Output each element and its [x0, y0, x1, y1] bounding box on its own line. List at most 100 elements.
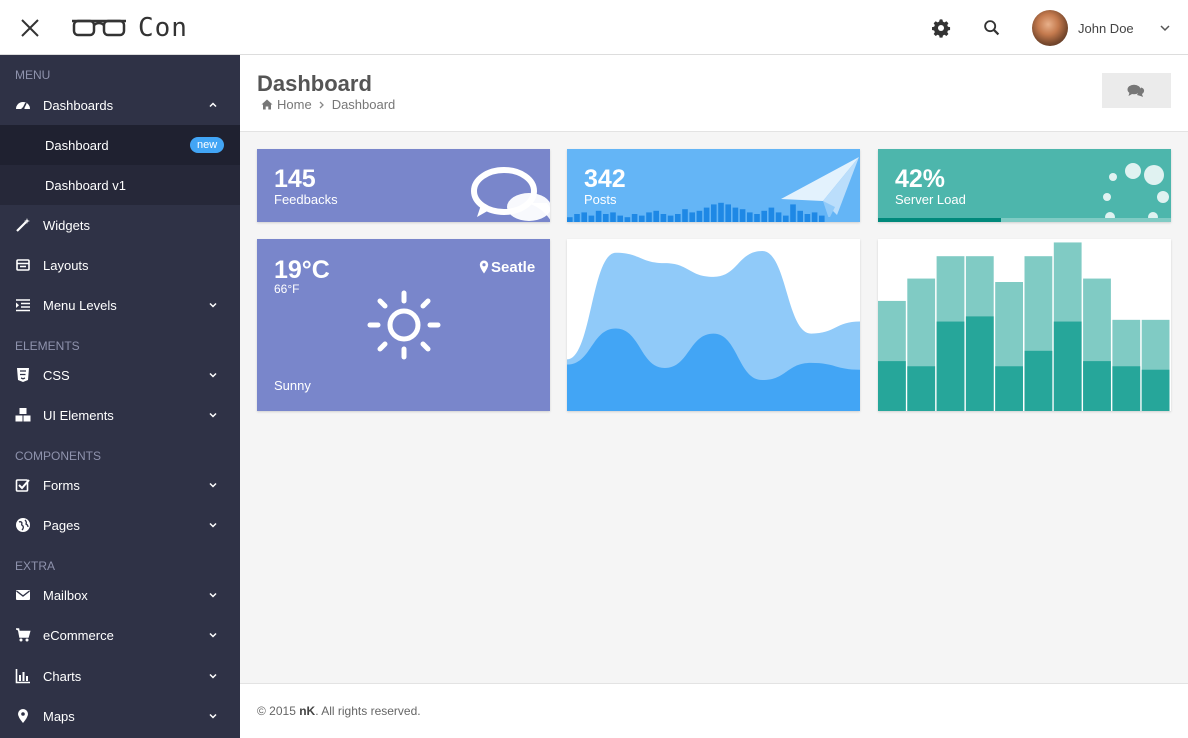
sparkline-bar [639, 215, 645, 222]
sidebar-item-label: eCommerce [43, 627, 114, 643]
feedbacks-label: Feedbacks [274, 192, 338, 207]
sidebar-item-ui-elements[interactable]: UI Elements [0, 395, 240, 435]
sparkline-bar [747, 212, 753, 222]
chevron-down-icon [209, 632, 217, 638]
server-load-progress [878, 218, 1171, 222]
sparkline-bar [689, 212, 695, 222]
temperature-fahrenheit: 66°F [274, 282, 300, 296]
chevron-down-icon [209, 592, 217, 598]
sparkline-bar [739, 209, 746, 222]
cubes-icon [15, 408, 31, 422]
chevron-down-icon [209, 412, 217, 418]
sparkline-bar [660, 214, 667, 222]
magic-wand-icon [16, 218, 30, 232]
footer-year: © 2015 [257, 704, 296, 718]
chevron-up-icon [209, 102, 217, 108]
comments-icon [471, 167, 550, 221]
server-load-label: Server Load [895, 192, 966, 207]
chevron-down-icon [209, 673, 217, 679]
close-icon[interactable] [18, 16, 42, 40]
sparkline-bar [588, 215, 595, 222]
sparkline-bar [696, 210, 703, 222]
sparkline-bar [675, 214, 681, 222]
footer-brand-link[interactable]: nK [299, 704, 315, 718]
map-marker-icon [479, 260, 489, 274]
sidebar-subitem-label: Dashboard [45, 138, 109, 153]
sparkline-bar [646, 212, 652, 222]
gear-icon[interactable] [930, 17, 952, 39]
bar-value [936, 321, 965, 411]
chat-button[interactable] [1102, 73, 1171, 108]
sidebar-subitem-dashboard-v1[interactable]: Dashboard v1 [0, 165, 240, 205]
bar-value [1083, 361, 1111, 411]
area-chart-card [567, 239, 860, 411]
breadcrumb-home-link[interactable]: Home [277, 97, 312, 112]
sidebar-subitem-dashboard[interactable]: Dashboard new [0, 125, 240, 165]
sidebar: MENU Dashboards Dashboard new Dashboard … [0, 55, 240, 738]
sidebar-item-label: Layouts [43, 257, 89, 273]
chevron-down-icon[interactable] [1159, 22, 1171, 34]
home-icon [261, 99, 273, 110]
envelope-icon [16, 590, 30, 600]
sidebar-item-css[interactable]: CSS [0, 355, 240, 395]
section-label-menu: MENU [15, 68, 51, 82]
weather-city: Seatle [491, 259, 536, 276]
glasses-icon [72, 19, 126, 37]
top-navbar: Con John Doe [0, 0, 1188, 55]
server-load-value: 42% [895, 165, 946, 193]
user-menu[interactable]: John Doe [1032, 10, 1134, 46]
sidebar-item-pages[interactable]: Pages [0, 505, 240, 545]
sidebar-item-label: UI Elements [43, 407, 114, 423]
posts-card: 342 Posts [567, 149, 860, 222]
sidebar-item-forms[interactable]: Forms [0, 465, 240, 505]
loading-spinner-icon [1103, 163, 1169, 222]
sparkline-bar [624, 217, 631, 222]
chevron-right-icon [319, 101, 324, 108]
sun-icon [367, 290, 441, 360]
sparkline-bar [768, 207, 775, 222]
sidebar-item-label: Mailbox [43, 587, 88, 603]
search-icon[interactable] [981, 17, 1003, 39]
sparkline-bar [732, 207, 739, 222]
bar-value [1112, 366, 1141, 411]
sparkline-bar [603, 214, 609, 222]
section-label-elements: ELEMENTS [15, 339, 80, 353]
sparkline-bar [617, 215, 623, 222]
logo-text: Con [138, 13, 188, 43]
page-title: Dashboard [257, 71, 372, 96]
sidebar-item-dashboards[interactable]: Dashboards [0, 85, 240, 125]
sidebar-item-label: Charts [43, 668, 82, 684]
sidebar-item-label: Forms [43, 477, 80, 493]
server-load-card: 42% Server Load [878, 149, 1171, 222]
bar-value [965, 316, 994, 411]
indent-list-icon [16, 299, 30, 312]
shopping-cart-icon [16, 628, 31, 642]
bar-value [1053, 321, 1082, 411]
weather-condition: Sunny [274, 378, 311, 393]
sparkline-bar [610, 212, 616, 222]
checkbox-icon [15, 479, 30, 492]
posts-value: 342 [584, 165, 626, 193]
feedbacks-card: 145 Feedbacks [257, 149, 550, 222]
section-label-components: COMPONENTS [15, 449, 102, 463]
sidebar-item-mailbox[interactable]: Mailbox [0, 575, 240, 615]
bar-value [995, 366, 1023, 411]
sidebar-item-menu-levels[interactable]: Menu Levels [0, 285, 240, 325]
footer-copyright: © 2015 nK. All rights reserved. [257, 704, 421, 718]
sparkline-bar [682, 209, 688, 222]
posts-label: Posts [584, 192, 617, 207]
sidebar-item-widgets[interactable]: Widgets [0, 205, 240, 245]
avatar [1032, 10, 1068, 46]
logo[interactable]: Con [70, 12, 188, 44]
temperature-celsius: 19°C [274, 256, 330, 284]
area-chart [567, 251, 860, 411]
sidebar-item-maps[interactable]: Maps [0, 696, 240, 736]
breadcrumb-current: Dashboard [331, 97, 396, 112]
bar-chart [878, 242, 1170, 411]
sparkline-bar [711, 204, 717, 222]
sidebar-item-ecommerce[interactable]: eCommerce [0, 615, 240, 655]
sidebar-item-layouts[interactable]: Layouts [0, 245, 240, 285]
bar-chart-icon [15, 669, 30, 684]
sparkline-bar [581, 212, 587, 222]
sidebar-item-charts[interactable]: Charts [0, 656, 240, 696]
